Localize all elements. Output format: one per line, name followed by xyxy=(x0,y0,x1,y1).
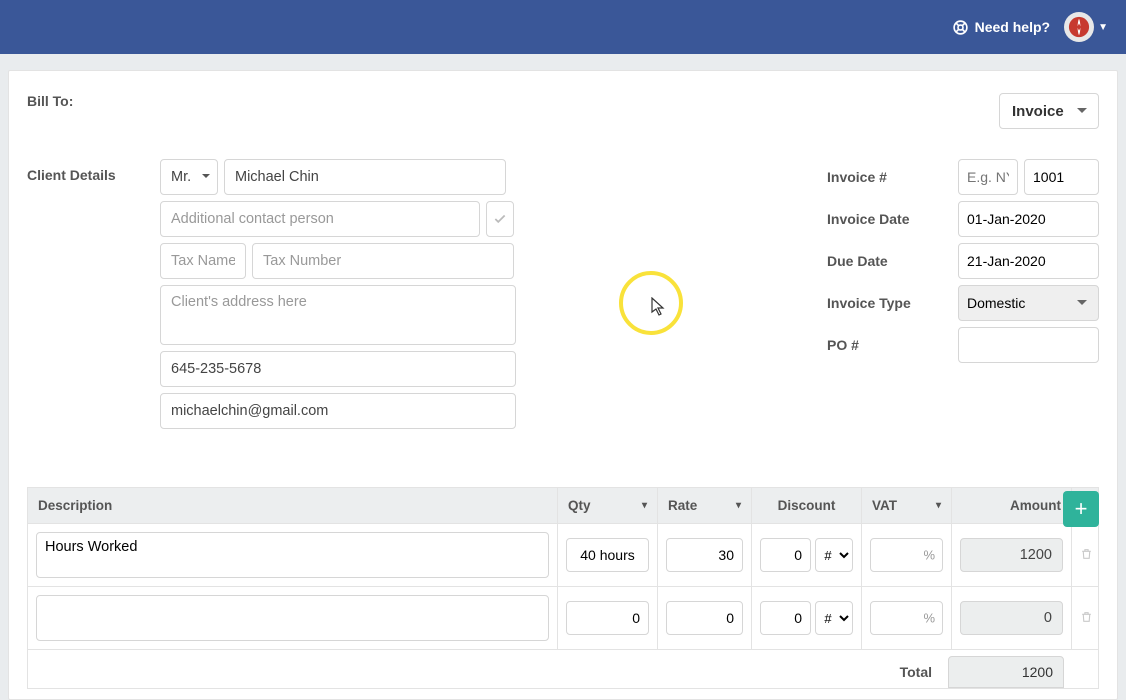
lifebuoy-icon xyxy=(952,19,969,36)
th-vat[interactable]: VAT▾ xyxy=(862,488,952,523)
delete-line-button[interactable] xyxy=(1080,547,1093,564)
user-avatar xyxy=(1064,12,1094,42)
bill-to-label: Bill To: xyxy=(27,93,73,109)
line-discount-type-select[interactable]: # xyxy=(815,601,853,635)
chevron-down-icon: ▾ xyxy=(736,500,741,511)
line-vat-input[interactable] xyxy=(870,601,943,635)
caret-down-icon: ▼ xyxy=(1098,22,1108,33)
total-value: 1200 xyxy=(948,656,1064,688)
tax-name-input[interactable] xyxy=(160,243,246,279)
line-description-input[interactable] xyxy=(36,532,549,578)
due-date-label: Due Date xyxy=(827,253,952,269)
trash-icon xyxy=(1080,547,1093,561)
invoice-type-select[interactable]: Domestic xyxy=(958,285,1099,321)
need-help-label: Need help? xyxy=(975,19,1050,35)
client-name-input[interactable] xyxy=(224,159,506,195)
th-description: Description xyxy=(28,488,558,523)
need-help-link[interactable]: Need help? xyxy=(952,19,1050,36)
tax-number-input[interactable] xyxy=(252,243,514,279)
invoice-date-input[interactable] xyxy=(958,201,1099,237)
table-row: # xyxy=(28,523,1098,586)
th-amount: Amount xyxy=(952,488,1072,523)
line-rate-input[interactable] xyxy=(666,538,743,572)
line-amount-output xyxy=(960,601,1063,635)
top-bar: Need help? ▼ xyxy=(0,0,1126,54)
client-email-input[interactable] xyxy=(160,393,516,429)
line-qty-input[interactable] xyxy=(566,601,649,635)
invoice-number-input[interactable] xyxy=(1024,159,1099,195)
check-icon xyxy=(493,212,507,226)
invoice-type-label: Invoice Type xyxy=(827,295,952,311)
line-items-table: Description Qty▾ Rate▾ Discount VAT▾ Amo… xyxy=(27,487,1099,689)
client-title-select[interactable]: Mr. xyxy=(160,159,218,195)
line-qty-input[interactable] xyxy=(566,538,649,572)
delete-line-button[interactable] xyxy=(1080,610,1093,627)
due-date-input[interactable] xyxy=(958,243,1099,279)
chevron-down-icon: ▾ xyxy=(936,500,941,511)
document-type-select[interactable]: Invoice xyxy=(999,93,1099,129)
invoice-form: Bill To: Invoice Client Details Mr. xyxy=(8,70,1118,700)
line-discount-input[interactable] xyxy=(760,538,811,572)
line-vat-input[interactable] xyxy=(870,538,943,572)
plus-icon: + xyxy=(1075,496,1088,522)
total-row: Total 1200 xyxy=(28,649,1098,688)
confirm-contact-button[interactable] xyxy=(486,201,514,237)
line-discount-input[interactable] xyxy=(760,601,811,635)
line-discount-type-select[interactable]: # xyxy=(815,538,853,572)
th-discount: Discount xyxy=(752,488,862,523)
invoice-prefix-input[interactable] xyxy=(958,159,1018,195)
user-menu[interactable]: ▼ xyxy=(1064,12,1108,42)
table-row: # xyxy=(28,586,1098,649)
invoice-number-label: Invoice # xyxy=(827,169,952,185)
total-label: Total xyxy=(900,664,948,680)
chevron-down-icon: ▾ xyxy=(642,500,647,511)
client-address-input[interactable] xyxy=(160,285,516,345)
po-number-label: PO # xyxy=(827,337,952,353)
po-number-input[interactable] xyxy=(958,327,1099,363)
trash-icon xyxy=(1080,610,1093,624)
line-rate-input[interactable] xyxy=(666,601,743,635)
th-qty[interactable]: Qty▾ xyxy=(558,488,658,523)
invoice-date-label: Invoice Date xyxy=(827,211,952,227)
add-line-button[interactable]: + xyxy=(1063,491,1099,527)
client-details-label: Client Details xyxy=(27,159,142,429)
table-header: Description Qty▾ Rate▾ Discount VAT▾ Amo… xyxy=(28,488,1098,523)
th-rate[interactable]: Rate▾ xyxy=(658,488,752,523)
client-phone-input[interactable] xyxy=(160,351,516,387)
additional-contact-input[interactable] xyxy=(160,201,480,237)
line-description-input[interactable] xyxy=(36,595,549,641)
line-amount-output xyxy=(960,538,1063,572)
